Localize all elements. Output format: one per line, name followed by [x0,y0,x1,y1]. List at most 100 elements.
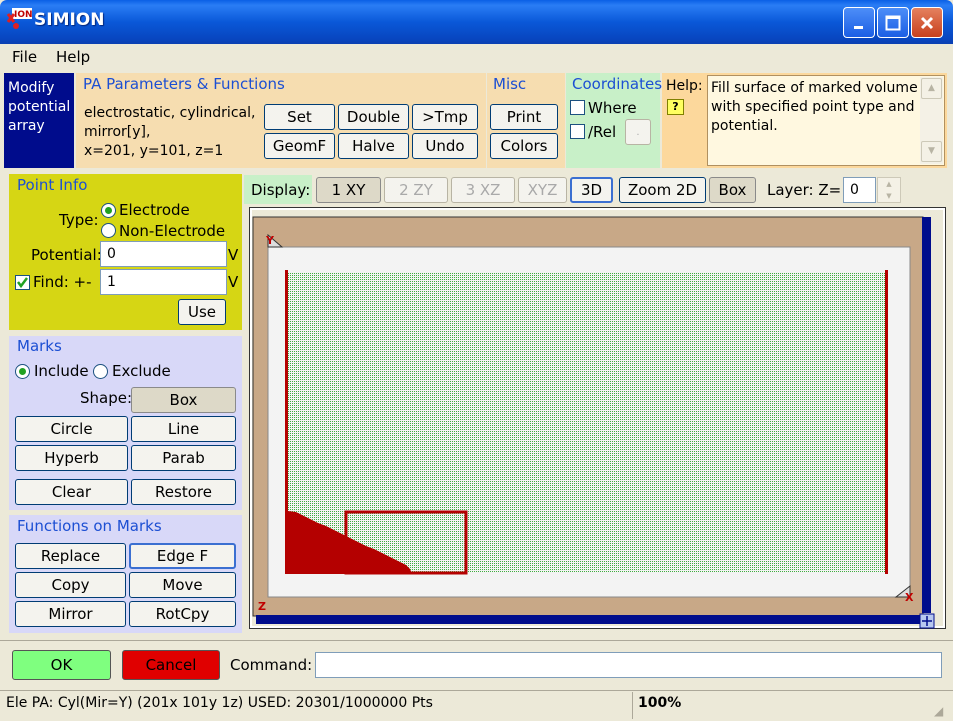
layer-input[interactable]: 0 [843,177,876,203]
potential-array-view[interactable]: Y X Z [244,205,947,635]
find-unit: V [228,273,239,291]
non-electrode-radio[interactable] [101,223,116,238]
help-text: Fill surface of marked volume with speci… [711,80,918,134]
find-label: Find: +- [33,273,92,291]
mode-panel: Modify potential array [4,73,74,168]
scroll-down-icon[interactable]: ▼ [921,141,942,162]
potential-label: Potential: [31,246,102,264]
status-info: Ele PA: Cyl(Mir=Y) (201x 101y 1z) USED: … [6,695,433,711]
parab-button[interactable]: Parab [131,445,236,471]
minimize-button[interactable] [843,7,875,38]
axis-y-label: Y [265,234,275,247]
coordinates-small-button[interactable]: . [625,119,651,145]
geomf-button[interactable]: GeomF [264,133,335,159]
halve-button[interactable]: Halve [338,133,409,159]
maximize-icon [885,15,901,30]
rotcpy-button[interactable]: RotCpy [129,601,236,627]
maximize-button[interactable] [877,7,909,38]
logo-text: ION [14,10,32,20]
command-input[interactable] [315,652,942,678]
close-button[interactable] [911,7,943,38]
misc-title: Misc [493,75,527,93]
move-button[interactable]: Move [129,572,236,598]
vertical-scrollbar [922,217,931,613]
view-3d-button[interactable]: 3D [570,177,613,203]
left-electrode [285,270,288,574]
edge-fill-button[interactable]: Edge F [129,543,236,569]
replace-button[interactable]: Replace [15,543,126,569]
title-bar[interactable] [0,0,953,44]
help-scrollbar[interactable]: ▲ ▼ [920,77,943,164]
exclude-label: Exclude [112,362,171,380]
double-button[interactable]: Double [338,104,409,130]
layer-label: Layer: Z= [767,181,842,199]
axis-z-label: Z [258,600,266,613]
horizontal-scrollbar [256,615,920,624]
display-label: Display: [251,181,311,199]
print-button[interactable]: Print [490,104,558,130]
clear-button[interactable]: Clear [15,479,128,505]
menu-bar [0,44,953,70]
minimize-icon [854,25,863,29]
pa-description-line: x=201, y=101, z=1 [84,143,224,159]
undo-button[interactable]: Undo [412,133,478,159]
status-divider [632,692,633,719]
layer-spinner[interactable]: ▲ ▼ [877,177,901,203]
menu-file[interactable]: File [12,48,37,66]
potential-unit: V [228,246,239,264]
view-zy-button[interactable]: 2 ZY [384,177,448,203]
window-title: SIMION [34,10,105,30]
pa-description-line: mirror[y], [84,124,151,140]
status-zoom: 100% [638,695,682,711]
view-xyz-button[interactable]: XYZ [518,177,567,203]
tmp-button[interactable]: >Tmp [412,104,478,130]
help-label: Help: [666,78,703,94]
resize-grip-icon[interactable]: ◢ [934,704,950,720]
rel-checkbox[interactable] [570,124,585,139]
line-button[interactable]: Line [131,416,236,442]
circle-button[interactable]: Circle [15,416,128,442]
find-checkbox[interactable] [15,275,30,290]
box-view-button[interactable]: Box [709,177,756,203]
checkmark-icon [17,277,28,289]
mode-label: Modify potential array [8,80,71,134]
rel-label: /Rel [588,123,617,141]
point-info-title: Point Info [17,176,88,194]
set-button[interactable]: Set [264,104,335,130]
pa-description: electrostatic, cylindrical, mirror[y], x… [84,104,255,161]
scroll-up-icon[interactable]: ▲ [921,78,942,99]
non-electrode-grid [288,272,886,573]
view-xz-button[interactable]: 3 XZ [451,177,515,203]
functions-title: Functions on Marks [17,517,162,535]
ok-button[interactable]: OK [12,650,111,680]
right-electrode [885,270,888,574]
axis-x-label: X [905,591,914,604]
coordinates-title: Coordinates [572,75,663,93]
non-electrode-label: Non-Electrode [119,222,226,240]
type-label: Type: [59,211,99,229]
include-radio[interactable] [15,364,30,379]
colors-button[interactable]: Colors [490,133,558,159]
shape-box-button[interactable]: Box [131,387,236,413]
hyperb-button[interactable]: Hyperb [15,445,128,471]
view-xy-button[interactable]: 1 XY [316,177,381,203]
pa-params-title: PA Parameters & Functions [83,75,285,93]
pa-description-line: electrostatic, cylindrical, [84,105,256,121]
include-label: Include [34,362,89,380]
cancel-button[interactable]: Cancel [122,650,220,680]
copy-button[interactable]: Copy [15,572,126,598]
close-icon [920,16,934,29]
exclude-radio[interactable] [93,364,108,379]
shape-label: Shape: [80,389,133,407]
use-button[interactable]: Use [178,299,226,325]
electrode-radio[interactable] [101,203,116,218]
zoom-2d-button[interactable]: Zoom 2D [619,177,706,203]
restore-button[interactable]: Restore [131,479,236,505]
marks-title: Marks [17,337,62,355]
find-tolerance-input[interactable]: 1 [100,269,227,295]
help-question-icon[interactable]: ? [667,99,684,115]
potential-input[interactable]: 0 [100,241,227,267]
menu-help[interactable]: Help [56,48,90,66]
where-checkbox[interactable] [570,100,585,115]
mirror-button[interactable]: Mirror [15,601,126,627]
